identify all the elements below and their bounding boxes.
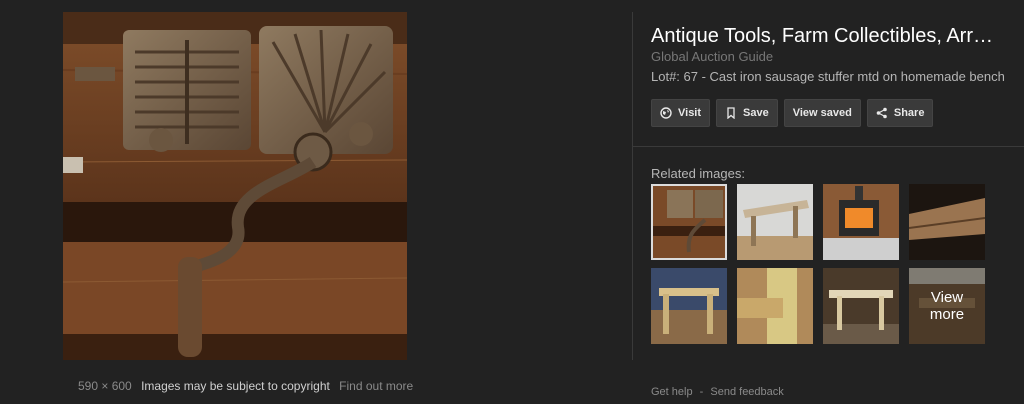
get-help-link[interactable]: Get help [651,386,693,398]
horizontal-divider [633,146,1024,147]
related-thumb-workbench[interactable] [823,268,899,344]
related-thumb-planks[interactable] [909,184,985,260]
action-buttons: Visit Save View saved Share [651,99,934,127]
share-label: Share [893,107,925,119]
footer: Get help - Send feedback [651,386,784,398]
visit-label: Visit [678,107,702,119]
sausage-stuffer-photo [63,12,407,360]
related-thumb-wooden-bench[interactable] [737,184,813,260]
image-caption: 590 × 600 Images may be subject to copyr… [78,379,413,393]
result-source[interactable]: Global Auction Guide [651,49,773,64]
wood-stove-thumb [823,184,899,260]
related-images-label: Related images: [651,166,745,181]
share-icon [876,107,887,119]
bookmark-icon [727,107,735,119]
bench-frame-thumb [651,268,727,344]
related-thumb-sausage-stuffer[interactable] [651,184,727,260]
vertical-divider [632,12,633,360]
view-saved-label: View saved [792,107,852,119]
save-label: Save [743,107,769,119]
related-thumb-wood-stove[interactable] [823,184,899,260]
result-description: Lot#: 67 - Cast iron sausage stuffer mtd… [651,69,1005,84]
globe-icon [660,107,672,119]
view-saved-button[interactable]: View saved [783,99,861,127]
footer-separator: - [699,386,704,398]
preview-image[interactable] [63,12,407,360]
planks-thumb [909,184,985,260]
view-more-thumb[interactable]: View more [909,268,985,344]
related-thumb-bench-frame[interactable] [651,268,727,344]
view-more-label: View more [909,268,985,344]
view-more-text: View more [929,289,965,323]
workbench-thumb [823,268,899,344]
sausage-stuffer-thumb [653,186,725,258]
send-feedback-link[interactable]: Send feedback [710,386,783,398]
related-thumb-timber-joint[interactable] [737,268,813,344]
result-title[interactable]: Antique Tools, Farm Collectibles, Arr… [651,25,1011,48]
share-button[interactable]: Share [866,99,934,127]
save-button[interactable]: Save [716,99,778,127]
copyright-note: Images may be subject to copyright [141,379,330,393]
image-dimensions: 590 × 600 [78,379,132,393]
visit-button[interactable]: Visit [651,99,711,127]
timber-joint-thumb [737,268,813,344]
find-out-more-link[interactable]: Find out more [339,379,413,393]
wooden-bench-thumb [737,184,813,260]
